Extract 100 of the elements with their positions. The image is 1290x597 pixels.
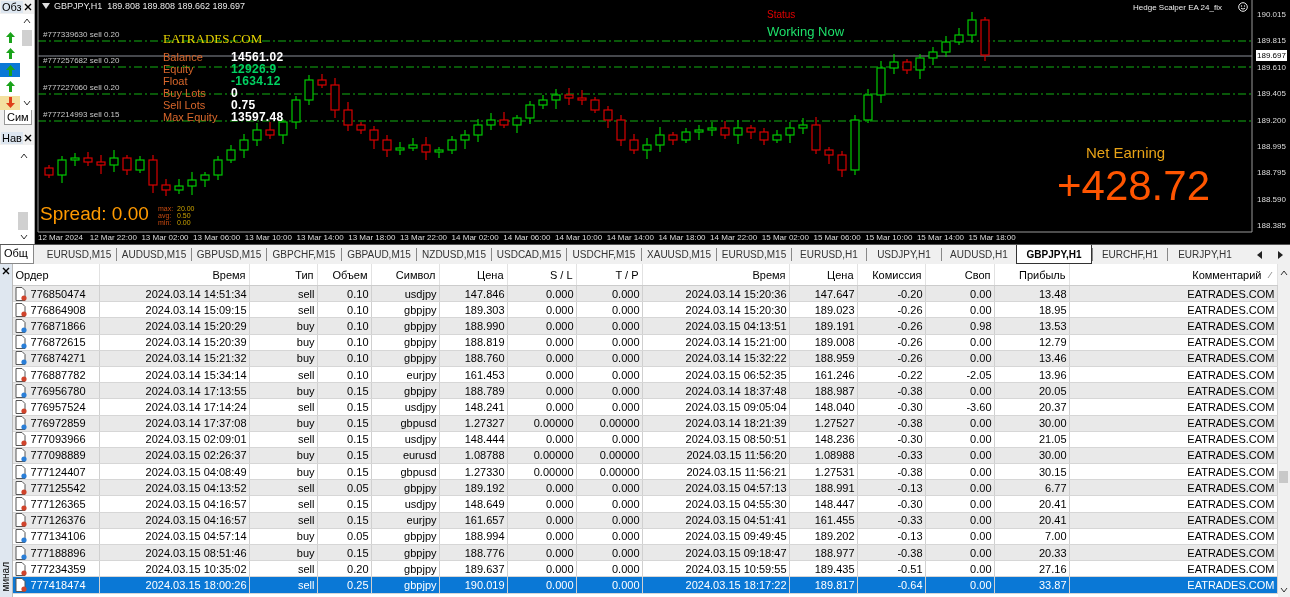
table-cell: 0.000 [612,578,640,591]
chart-tab[interactable]: EURCHF,H1 [1092,248,1167,261]
symbol-row[interactable] [0,95,20,111]
table-cell: EATRADES.COM [1187,465,1275,478]
column-header[interactable]: T / P [576,264,643,285]
time-label: 14 Mar 14:00 [606,232,654,243]
scroll-right-icon[interactable] [1277,250,1283,259]
column-header[interactable]: Цена [439,264,508,285]
chart-tab[interactable]: GBPCHF,M15 [266,248,341,261]
table-cell: EATRADES.COM [1187,384,1275,397]
chart-tab[interactable]: EURUSD,M15 [716,248,791,261]
chart-tab[interactable]: NZDUSD,M15 [416,248,491,261]
column-header[interactable]: Цена [789,264,858,285]
table-cell: 2024.03.14 18:21:39 [685,417,787,430]
document-icon [14,286,27,301]
candlestick [967,11,977,44]
table-cell: 0.000 [546,530,574,543]
table-cell: 2024.03.14 15:20:36 [685,287,787,300]
scrollbar-thumb[interactable] [18,212,28,230]
column-header[interactable]: Комиссия [857,264,926,285]
symbol-row[interactable] [0,62,20,78]
panel-tab[interactable]: Общ [0,245,34,264]
table-cell: 0.000 [612,336,640,349]
stat-value: 12926.9 [231,63,277,75]
column-header[interactable]: S / L [507,264,577,285]
column-header[interactable]: Своп [925,264,995,285]
chart-tab[interactable]: EURJPY,H1 [1167,248,1242,261]
chart-tab[interactable]: GBPAUD,M15 [341,248,416,261]
candlestick [772,129,782,144]
time-label: 13 Mar 14:00 [296,232,344,243]
scroll-up-icon[interactable] [23,18,31,24]
chart-tab[interactable]: USDCAD,M15 [491,248,566,261]
panel-tab[interactable]: Сим [4,110,32,125]
candlestick [239,133,249,159]
table-cell: 0.10 [347,352,369,365]
scrollbar-thumb[interactable] [22,30,32,46]
chart-tab[interactable]: AUDUSD,M15 [116,248,191,261]
column-header[interactable]: Комментарий [1069,264,1278,285]
table-cell: -0.30 [897,433,923,446]
table-cell: 0.00 [970,546,992,559]
table-row[interactable]: 777125542 2024.03.15 04:13:52 sell 0.05 gbpjpy 189.192 0.000 0.000 2024.03.15 04:57:13 188.991 -0.13 0.00 6.77 EATRADES.COM [12,480,1278,497]
candlestick [122,154,132,176]
chart-tab[interactable]: GBPJPY,H1 [1016,245,1092,264]
scroll-left-icon[interactable] [1257,250,1263,259]
table-cell: 30.00 [1039,417,1067,430]
table-row[interactable]: 776957524 2024.03.14 17:14:24 sell 0.15 usdjpy 148.241 0.000 0.000 2024.03.15 09:05:04 148.040 -0.30 -3.60 20.37 EATRADES.COM [12,399,1278,416]
price-label: 189.200 [1256,115,1287,126]
dropdown-icon[interactable] [42,3,50,9]
close-icon[interactable] [24,134,32,142]
table-cell: buy [296,319,315,332]
table-cell: 0.15 [347,400,369,413]
table-cell: 0.00 [970,287,992,300]
table-row[interactable]: 777126365 2024.03.15 04:16:57 sell 0.15 usdjpy 148.649 0.000 0.000 2024.03.15 04:55:30 148.447 -0.30 0.00 20.41 EATRADES.COM [12,496,1278,513]
table-cell: 776871866 [30,319,86,332]
scroll-up-icon[interactable] [20,153,28,159]
column-header[interactable]: Прибыль [994,264,1070,285]
table-row[interactable]: 776871866 2024.03.14 15:20:29 buy 0.10 gbpjpy 188.990 0.000 0.000 2024.03.15 04:13:51 189.191 -0.26 0.98 13.53 EATRADES.COM [12,318,1278,335]
chart-tab[interactable]: EURUSD,H1 [791,248,866,261]
candlestick [96,154,106,175]
chart-tab[interactable]: USDCHF,M15 [566,248,641,261]
candlestick [525,100,535,125]
chart-tab[interactable]: EURUSD,M15 [42,248,116,261]
table-cell: 776956780 [30,384,86,397]
candlestick [538,94,548,110]
table-row[interactable]: 776872615 2024.03.14 15:20:39 buy 0.10 gbpjpy 188.819 0.000 0.000 2024.03.14 15:21:00 189.008 -0.26 0.00 12.79 EATRADES.COM [12,334,1278,351]
table-cell: 161.657 [464,514,505,527]
scroll-down-icon[interactable] [20,234,28,240]
scrollbar-thumb[interactable] [1279,471,1289,483]
table-row[interactable]: 777418474 2024.03.15 18:00:26 sell 0.25 gbpjpy 190.019 0.000 0.000 2024.03.15 18:17:22 189.817 -0.64 0.00 33.87 EATRADES.COM [12,577,1278,594]
candlestick [408,137,418,152]
panel-title: Нав [1,132,23,144]
scroll-up-icon[interactable] [1279,270,1288,276]
column-header[interactable]: Время [99,264,250,285]
candlestick [759,127,769,146]
table-row[interactable]: 777093966 2024.03.15 02:09:01 sell 0.15 usdjpy 148.444 0.000 0.000 2024.03.15 08:50:51 148.236 -0.30 0.00 21.05 EATRADES.COM [12,431,1278,448]
scroll-down-icon[interactable] [1279,587,1288,593]
table-cell: 20.41 [1039,498,1067,511]
chart-tab[interactable]: XAUUSD,M15 [641,248,716,261]
column-header[interactable]: Тип [249,264,318,285]
scroll-down-icon[interactable] [23,100,31,106]
chart-tab[interactable]: GBPUSD,M15 [191,248,266,261]
table-cell: 777093966 [30,433,86,446]
table-cell: gbpjpy [404,546,437,559]
table-cell: 0.00 [970,514,992,527]
table-row[interactable]: 777188896 2024.03.15 08:51:46 buy 0.15 gbpjpy 188.776 0.000 0.000 2024.03.15 09:18:47 188.977 -0.38 0.00 20.33 EATRADES.COM [12,545,1278,562]
table-cell: 189.008 [814,336,855,349]
table-cell: buy [296,417,315,430]
candlestick [395,141,405,156]
candlestick [460,129,470,150]
column-header[interactable]: Время [642,264,790,285]
chart-tab[interactable]: USDJPY,H1 [866,248,941,261]
column-header[interactable]: Объем [317,264,372,285]
table-row[interactable]: 776850474 2024.03.14 14:51:34 sell 0.10 usdjpy 147.846 0.000 0.000 2024.03.14 15:20:36 147.647 -0.20 0.00 13.48 EATRADES.COM [12,286,1278,303]
close-icon[interactable] [24,3,32,11]
close-icon[interactable] [1,267,10,275]
table-cell: 0.00 [970,433,992,446]
price-label: 189.610 [1256,62,1287,73]
column-header[interactable]: Ордер [12,264,100,285]
column-header[interactable]: Символ [371,264,440,285]
table-row[interactable]: 776956780 2024.03.14 17:13:55 buy 0.15 gbpjpy 188.789 0.000 0.000 2024.03.14 18:37:48 188.987 -0.38 0.00 20.05 EATRADES.COM [12,383,1278,400]
